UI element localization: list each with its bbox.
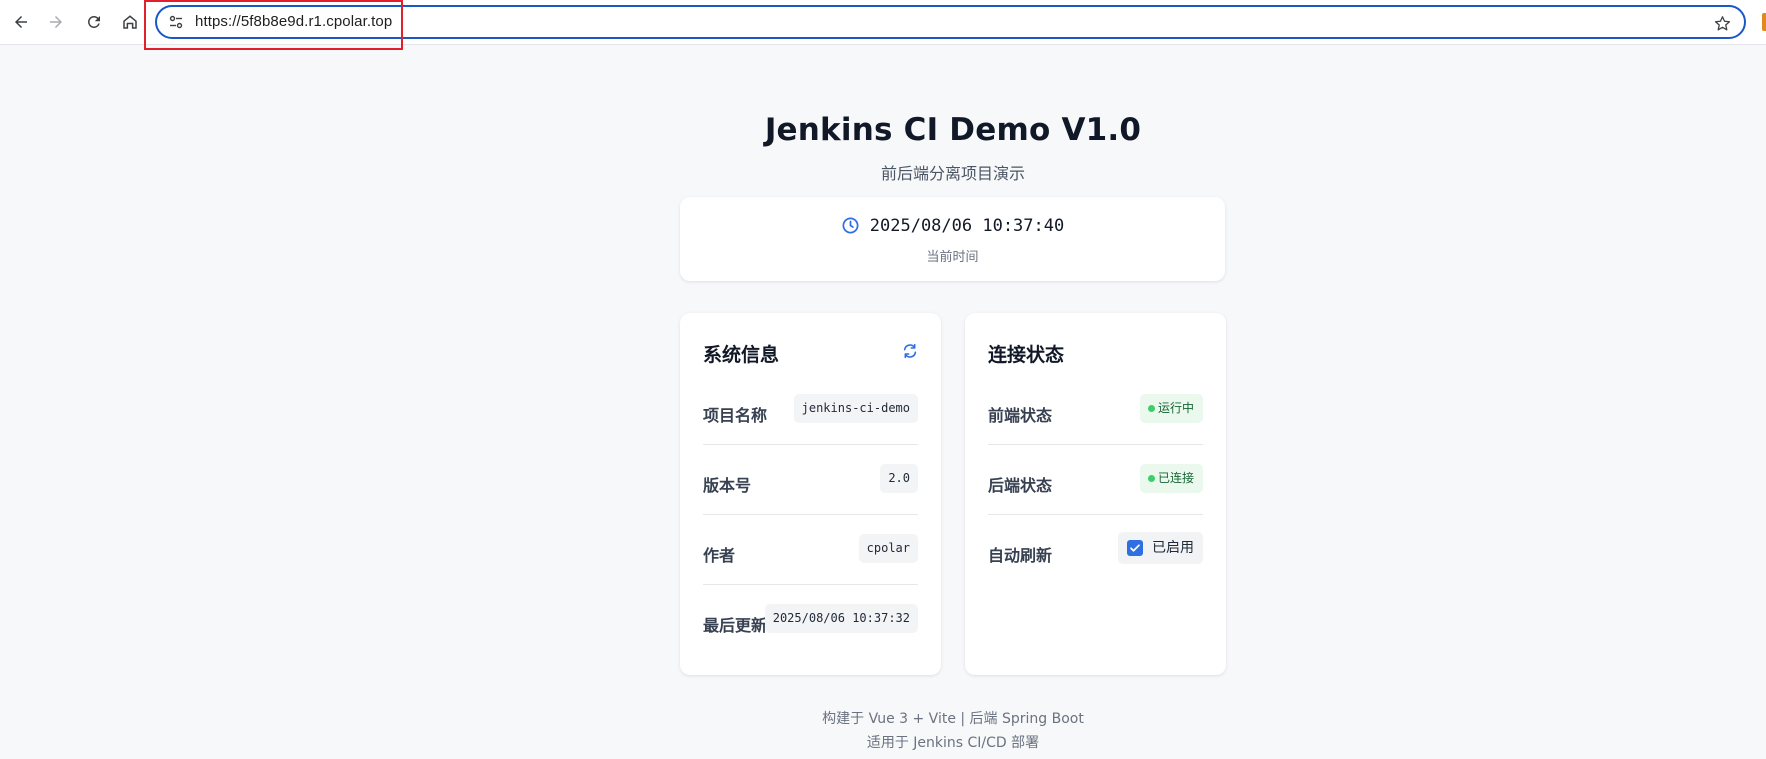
page-subtitle: 前后端分离项目演示	[880, 164, 1025, 183]
auto-refresh-checkbox[interactable]	[1127, 540, 1143, 556]
frontend-status-text: 运行中	[1157, 401, 1194, 415]
frontend-status-label: 前端状态	[988, 406, 1053, 425]
current-time-value: 2025/08/06 10:37:40	[869, 216, 1065, 236]
status-row-backend: 后端状态 已连接	[988, 445, 1203, 515]
current-time-label: 当前时间	[926, 250, 979, 265]
version-value: 2.0	[880, 464, 918, 493]
status-row-auto-refresh: 自动刷新 已启用	[988, 515, 1203, 585]
system-info-card: 系统信息 项目名称 jenkins-ci-demo 版本号 2.0 作者 cpo…	[680, 313, 941, 675]
checkmark-icon	[1130, 544, 1140, 552]
backend-status-text: 已连接	[1157, 471, 1194, 485]
info-row-last-updated: 最后更新 2025/08/06 10:37:32	[703, 585, 918, 655]
project-name-value: jenkins-ci-demo	[793, 394, 918, 423]
reload-button[interactable]	[81, 9, 107, 35]
project-name-label: 项目名称	[703, 406, 768, 425]
info-row-version: 版本号 2.0	[703, 445, 918, 515]
connection-status-title: 连接状态	[988, 344, 1065, 366]
status-row-frontend: 前端状态 运行中	[988, 375, 1203, 445]
reload-icon	[87, 15, 100, 28]
backend-status-label: 后端状态	[988, 476, 1053, 495]
home-button[interactable]	[117, 9, 143, 35]
time-row: 2025/08/06 10:37:40	[680, 216, 1225, 236]
system-info-title: 系统信息	[703, 344, 780, 366]
home-icon	[123, 15, 137, 29]
info-row-project: 项目名称 jenkins-ci-demo	[703, 375, 918, 445]
url-highlight-annotation	[144, 0, 403, 50]
auto-refresh-label: 自动刷新	[988, 546, 1053, 565]
last-updated-value: 2025/08/06 10:37:32	[764, 604, 918, 633]
connection-status-card: 连接状态 前端状态 运行中 后端状态 已连接 自动刷新 已启用	[965, 313, 1226, 675]
frontend-status-badge: 运行中	[1139, 394, 1203, 423]
extension-icon[interactable]	[1762, 13, 1766, 31]
page-title: Jenkins CI Demo V1.0	[764, 112, 1142, 148]
info-row-author: 作者 cpolar	[703, 515, 918, 585]
status-dot-icon	[1147, 405, 1155, 412]
version-label: 版本号	[703, 476, 752, 495]
back-button[interactable]	[8, 9, 34, 35]
status-dot-icon	[1147, 475, 1155, 482]
refresh-icon[interactable]	[901, 342, 919, 360]
clock-icon	[841, 216, 861, 236]
time-card: 2025/08/06 10:37:40 当前时间	[680, 197, 1225, 281]
arrow-right-icon	[50, 16, 62, 28]
last-updated-label: 最后更新	[703, 616, 768, 635]
star-icon[interactable]	[1712, 13, 1732, 33]
footer-deploy-note: 适用于 Jenkins CI/CD 部署	[866, 735, 1040, 751]
forward-button[interactable]	[43, 9, 69, 35]
arrow-left-icon	[15, 16, 27, 28]
author-value: cpolar	[858, 534, 918, 563]
auto-refresh-text: 已启用	[1152, 540, 1194, 556]
footer-tech-stack: 构建于 Vue 3 + Vite | 后端 Spring Boot	[822, 711, 1084, 727]
author-label: 作者	[703, 546, 736, 565]
auto-refresh-toggle[interactable]: 已启用	[1118, 532, 1203, 564]
backend-status-badge: 已连接	[1139, 464, 1203, 493]
